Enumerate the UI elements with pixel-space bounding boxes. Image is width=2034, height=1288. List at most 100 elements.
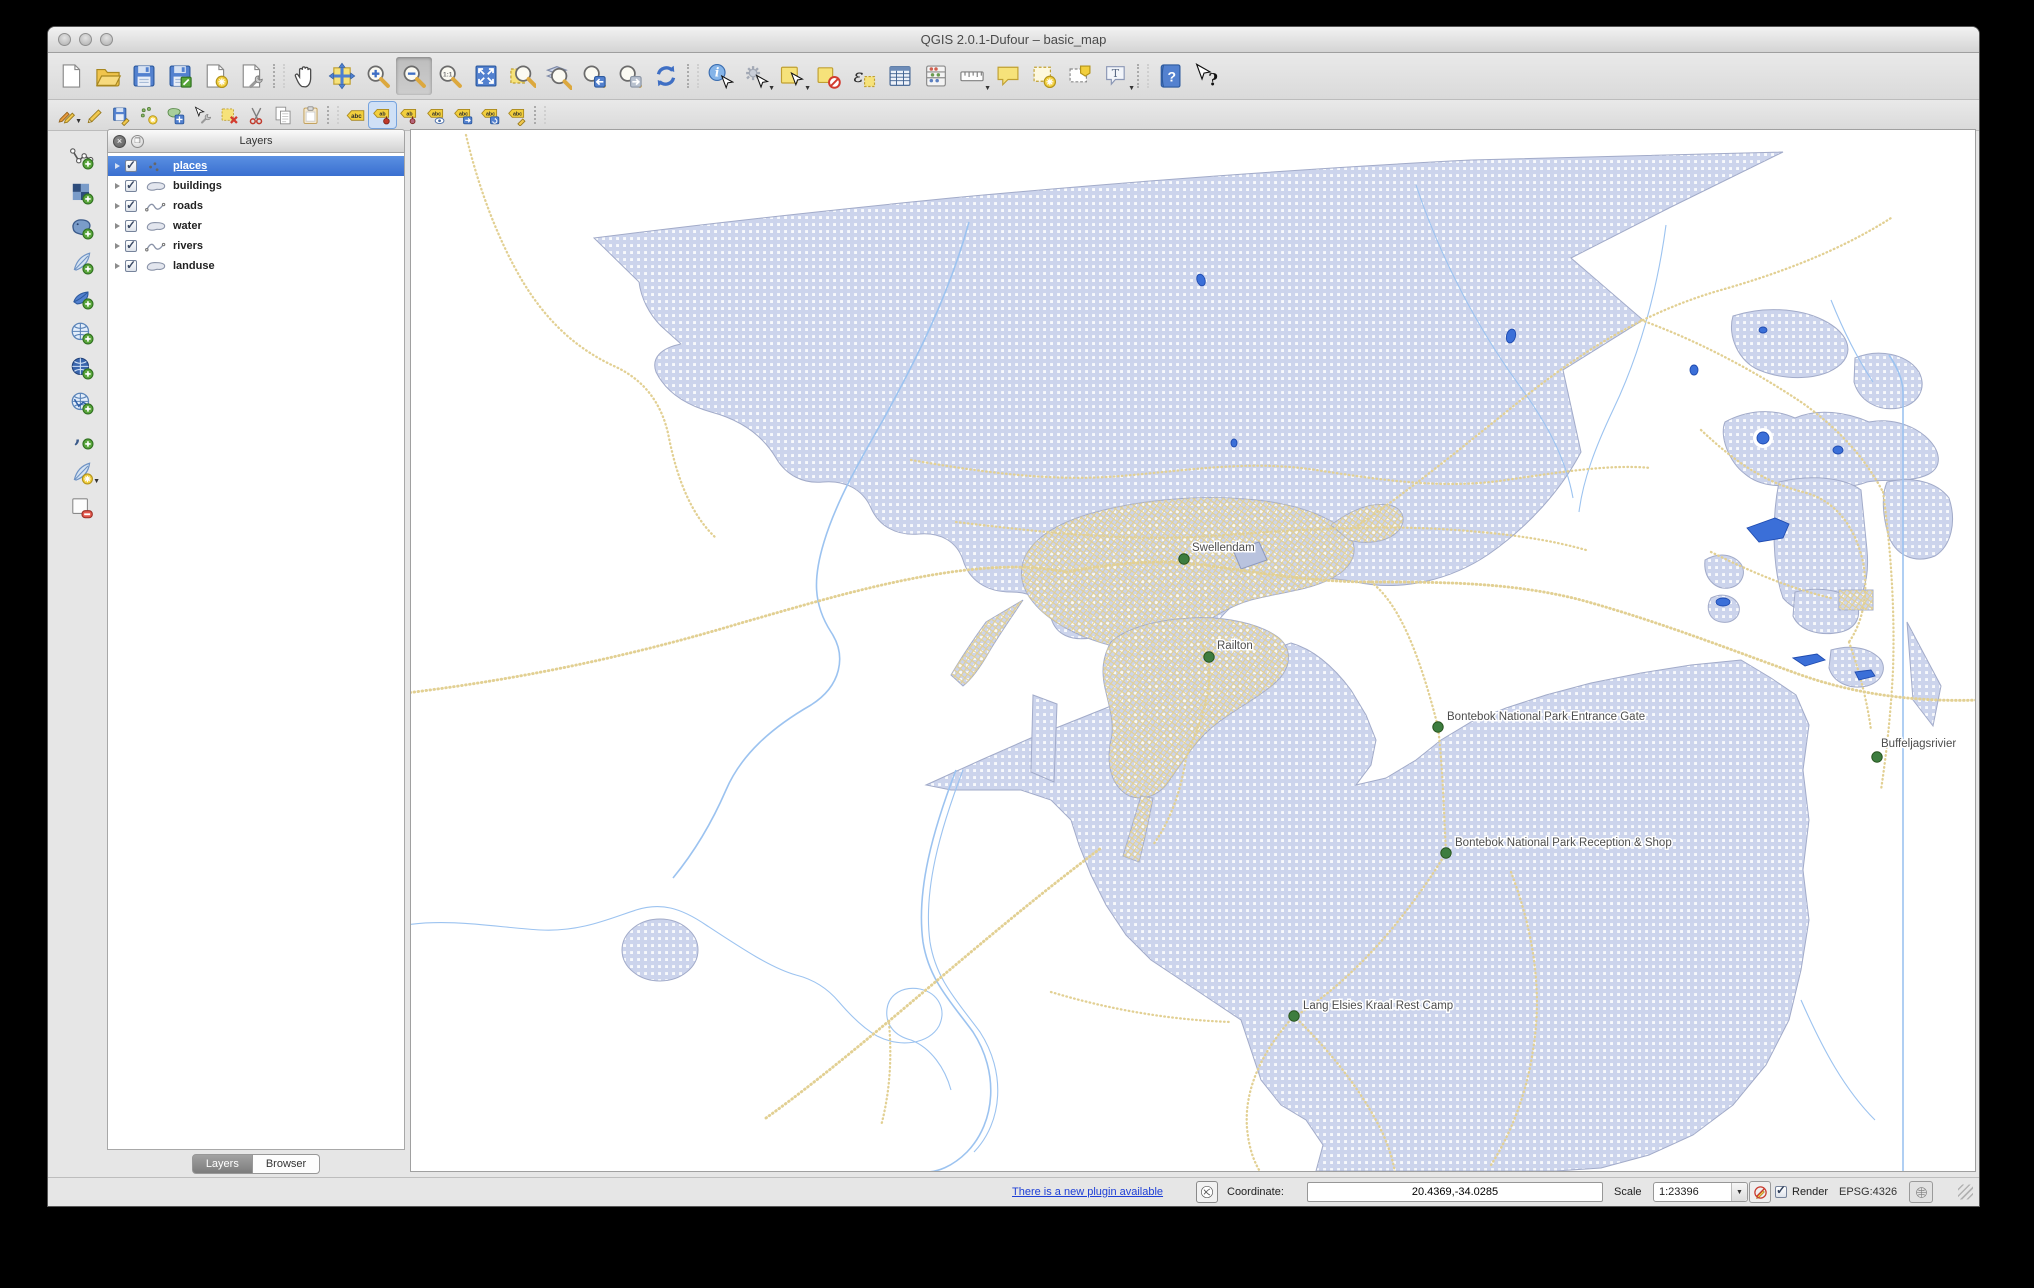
layer-visibility-checkbox[interactable] [125, 238, 137, 252]
crs-status: EPSG:4326 [1839, 1186, 1898, 1198]
move-feature-icon[interactable] [162, 102, 189, 128]
plugin-available-link[interactable]: There is a new plugin available [1012, 1186, 1163, 1198]
plugin-icon[interactable] [1196, 1181, 1218, 1203]
layer-visibility-checkbox[interactable] [125, 158, 137, 172]
save-layer-edits-icon[interactable] [108, 102, 135, 128]
resize-grip[interactable] [1958, 1184, 1973, 1200]
zoom-window-button[interactable] [100, 33, 113, 46]
add-postgis-layer-icon[interactable] [65, 213, 99, 243]
layer-polygon-symbol-icon [146, 261, 166, 271]
render-checkbox[interactable] [1775, 1186, 1787, 1198]
node-tool-icon[interactable] [189, 102, 216, 128]
layer-item-places[interactable]: places [108, 156, 404, 176]
titlebar[interactable]: QGIS 2.0.1-Dufour – basic_map [48, 27, 1979, 53]
composer-manager-icon[interactable] [234, 57, 270, 95]
chevron-down-icon[interactable]: ▼ [93, 478, 100, 485]
current-edits-icon[interactable]: ▼ [54, 102, 82, 128]
save-project-as-icon[interactable] [162, 57, 198, 95]
layer-item-buildings[interactable]: buildings [108, 176, 404, 196]
layer-item-rivers[interactable]: rivers [108, 236, 404, 256]
label-properties-icon[interactable]: abc [504, 102, 531, 128]
expand-arrow-icon[interactable] [115, 203, 120, 209]
label-rotate-icon[interactable]: abc [477, 102, 504, 128]
zoom-last-icon[interactable] [576, 57, 612, 95]
expand-arrow-icon[interactable] [115, 263, 120, 269]
new-shapefile-layer-icon[interactable]: ▼ [65, 458, 100, 488]
expand-arrow-icon[interactable] [115, 163, 120, 169]
expand-arrow-icon[interactable] [115, 183, 120, 189]
close-window-button[interactable] [58, 33, 71, 46]
layer-item-water[interactable]: water [108, 216, 404, 236]
text-annotation-icon[interactable]: T ▼ [1098, 57, 1135, 95]
measure-icon[interactable]: ▼ [954, 57, 991, 95]
select-by-expression-icon[interactable]: ε [846, 57, 882, 95]
add-spatialite-layer-icon[interactable] [65, 248, 99, 278]
add-raster-layer-icon[interactable] [65, 178, 99, 208]
stop-render-icon[interactable] [1749, 1181, 1771, 1203]
layer-item-roads[interactable]: roads [108, 196, 404, 216]
minimize-window-button[interactable] [79, 33, 92, 46]
paste-features-icon[interactable] [297, 102, 324, 128]
layer-line-symbol-icon [145, 242, 166, 251]
select-features-icon[interactable]: ▼ [774, 57, 811, 95]
layer-visibility-checkbox[interactable] [125, 178, 137, 192]
map-tips-icon[interactable] [990, 57, 1026, 95]
new-project-icon[interactable] [54, 57, 90, 95]
map-canvas[interactable]: Swellendam Railton Bontebok National Park … [410, 129, 1976, 1172]
zoom-out-icon[interactable] [396, 57, 432, 95]
add-mssql-layer-icon[interactable] [65, 283, 99, 313]
zoom-to-layer-icon[interactable] [540, 57, 576, 95]
zoom-in-icon[interactable] [360, 57, 396, 95]
copy-features-icon[interactable] [270, 102, 297, 128]
add-feature-icon[interactable] [135, 102, 162, 128]
field-calculator-icon[interactable] [918, 57, 954, 95]
expand-arrow-icon[interactable] [115, 243, 120, 249]
chevron-down-icon[interactable]: ▼ [1128, 85, 1135, 92]
label-selected-icon[interactable]: ab [368, 101, 397, 129]
layer-item-landuse[interactable]: landuse [108, 256, 404, 276]
zoom-to-selection-icon[interactable] [504, 57, 540, 95]
labeling-icon[interactable]: abc [342, 102, 369, 128]
remove-layer-icon[interactable] [65, 493, 99, 523]
whats-this-icon[interactable]: ? [1188, 57, 1224, 95]
add-delimited-text-layer-icon[interactable]: , [65, 423, 99, 453]
expand-arrow-icon[interactable] [115, 223, 120, 229]
add-vector-layer-icon[interactable] [65, 143, 99, 173]
pan-to-selection-icon[interactable] [324, 57, 360, 95]
zoom-native-icon[interactable]: 1:1 [432, 57, 468, 95]
zoom-full-icon[interactable] [468, 57, 504, 95]
toggle-editing-icon[interactable] [81, 102, 108, 128]
deselect-features-icon[interactable] [810, 57, 846, 95]
chevron-down-icon[interactable]: ▼ [1731, 1183, 1747, 1201]
svg-text:abc: abc [432, 111, 441, 117]
refresh-icon[interactable] [648, 57, 684, 95]
identify-features-icon[interactable]: i [702, 57, 738, 95]
coordinate-input[interactable] [1307, 1182, 1603, 1202]
layer-visibility-checkbox[interactable] [125, 198, 137, 212]
scale-combobox[interactable]: 1:23396 ▼ [1653, 1182, 1748, 1202]
crs-globe-icon[interactable] [1909, 1181, 1933, 1203]
new-composer-icon[interactable] [198, 57, 234, 95]
panel-tab-browser[interactable]: Browser [252, 1154, 321, 1174]
open-attribute-table-icon[interactable] [882, 57, 918, 95]
zoom-next-icon[interactable] [612, 57, 648, 95]
layer-visibility-checkbox[interactable] [125, 218, 137, 232]
add-wms-layer-icon[interactable] [65, 318, 99, 348]
show-bookmarks-icon[interactable] [1062, 57, 1098, 95]
delete-selected-icon[interactable] [216, 102, 243, 128]
label-visibility-icon[interactable]: abc [423, 102, 450, 128]
new-bookmark-icon[interactable] [1026, 57, 1062, 95]
run-feature-action-icon[interactable]: ▼ [738, 57, 775, 95]
open-project-icon[interactable] [90, 57, 126, 95]
cut-features-icon[interactable] [243, 102, 270, 128]
label-pin-icon[interactable]: ab [396, 102, 423, 128]
add-wcs-layer-icon[interactable] [65, 353, 99, 383]
save-project-icon[interactable] [126, 57, 162, 95]
layer-visibility-checkbox[interactable] [125, 258, 137, 272]
add-wfs-layer-icon[interactable] [65, 388, 99, 418]
pan-map-icon[interactable] [288, 57, 324, 95]
label-move-icon[interactable]: abc [450, 102, 477, 128]
panel-tab-layers[interactable]: Layers [191, 1154, 253, 1174]
layers-panel-header: × ❐ Layers [107, 129, 405, 153]
help-icon[interactable]: ? [1152, 57, 1188, 95]
